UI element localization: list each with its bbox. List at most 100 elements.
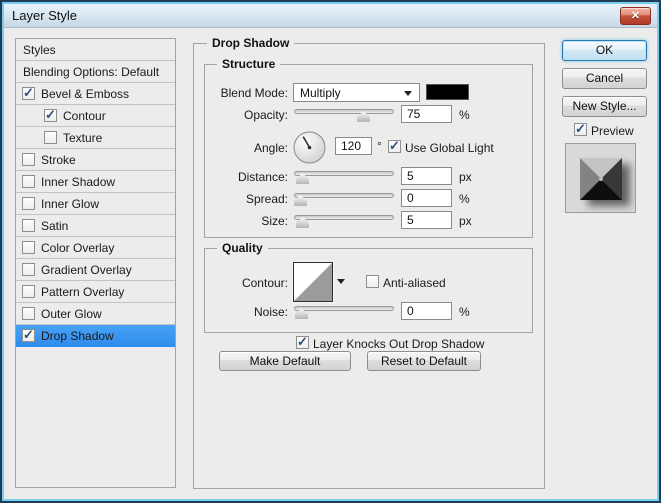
reset-to-default-button[interactable]: Reset to Default: [367, 351, 481, 371]
contour-dropdown-icon[interactable]: [337, 279, 345, 284]
sidebar-header-styles[interactable]: Styles: [16, 39, 175, 61]
sidebar-item-label: Stroke: [41, 152, 76, 167]
effect-checkbox[interactable]: [44, 131, 57, 144]
blend-mode-value: Multiply: [300, 86, 341, 100]
sidebar-items: Blending Options: Default Bevel & Emboss C…: [16, 61, 175, 347]
opacity-unit: %: [459, 108, 470, 122]
distance-input[interactable]: [401, 167, 452, 185]
sidebar-item-label: Gradient Overlay: [41, 262, 132, 277]
drop-shadow-panel: Drop Shadow Structure Blend Mode: Multip…: [193, 36, 545, 489]
sidebar-item-pattern-overlay[interactable]: Pattern Overlay: [16, 281, 175, 303]
chevron-down-icon: [404, 91, 412, 96]
effect-checkbox[interactable]: [22, 153, 35, 166]
close-button[interactable]: ✕: [620, 7, 651, 25]
layer-style-dialog: Layer Style ✕ Styles Blending Options: D…: [0, 0, 661, 503]
effect-checkbox[interactable]: [22, 219, 35, 232]
layer-knockout-checkbox[interactable]: [296, 334, 309, 350]
sidebar-item-label: Drop Shadow: [41, 328, 114, 343]
angle-input[interactable]: [335, 137, 372, 155]
spread-unit: %: [459, 192, 470, 206]
sidebar-item-label: Blending Options: Default: [23, 64, 160, 79]
contour-linear-icon: [294, 263, 332, 301]
window-title: Layer Style: [12, 8, 78, 23]
sidebar-item-label: Texture: [63, 130, 103, 145]
sidebar-item-drop-shadow[interactable]: Drop Shadow: [16, 325, 175, 347]
structure-title: Structure: [217, 57, 281, 71]
angle-unit: °: [377, 139, 382, 153]
opacity-slider-track[interactable]: [294, 109, 394, 114]
sidebar-item-stroke[interactable]: Stroke: [16, 149, 175, 171]
preview-checkbox[interactable]: [574, 121, 587, 137]
sidebar-item-color-overlay[interactable]: Color Overlay: [16, 237, 175, 259]
distance-label: Distance:: [237, 170, 288, 184]
sidebar-header-label: Styles: [23, 42, 56, 57]
quality-title: Quality: [217, 241, 268, 255]
spread-slider-track[interactable]: [294, 193, 394, 198]
distance-unit: px: [459, 170, 472, 184]
size-input[interactable]: [401, 211, 452, 229]
noise-slider-track[interactable]: [294, 306, 394, 311]
preview-label: Preview: [591, 124, 634, 138]
spread-input[interactable]: [401, 189, 452, 207]
sidebar-item-texture[interactable]: Texture: [16, 127, 175, 149]
sidebar-item-label: Pattern Overlay: [41, 284, 125, 299]
sidebar-item-label: Satin: [41, 218, 69, 233]
preview-pyramid: [580, 158, 622, 200]
style-preview-thumbnail: [565, 143, 636, 213]
sidebar-item-bevel-emboss[interactable]: Bevel & Emboss: [16, 83, 175, 105]
sidebar-item-label: Bevel & Emboss: [41, 86, 130, 101]
distance-slider-track[interactable]: [294, 171, 394, 176]
opacity-label: Opacity:: [243, 108, 288, 122]
structure-group: Structure Blend Mode: Multiply Opacity: …: [204, 57, 533, 238]
panel-title: Drop Shadow: [207, 36, 295, 50]
noise-label: Noise:: [253, 305, 288, 319]
contour-label: Contour:: [241, 276, 288, 290]
size-label: Size:: [261, 214, 288, 228]
sidebar-item-blending-options-default[interactable]: Blending Options: Default: [16, 61, 175, 83]
use-global-light-label: Use Global Light: [405, 141, 494, 155]
sidebar-item-contour[interactable]: Contour: [16, 105, 175, 127]
anti-aliased-label: Anti-aliased: [383, 276, 446, 290]
effect-checkbox[interactable]: [22, 327, 35, 343]
sidebar-item-label: Inner Glow: [41, 196, 100, 211]
cancel-button[interactable]: Cancel: [562, 68, 647, 89]
ok-button[interactable]: OK: [562, 40, 647, 61]
effect-checkbox[interactable]: [22, 175, 35, 188]
sidebar-item-label: Outer Glow: [41, 306, 102, 321]
spread-label: Spread:: [245, 192, 288, 206]
close-icon: ✕: [630, 10, 641, 22]
opacity-input[interactable]: [401, 105, 452, 123]
quality-group: Quality Contour: Anti-aliased Noise: %: [204, 241, 533, 333]
blend-mode-label: Blend Mode:: [220, 86, 288, 100]
sidebar-item-gradient-overlay[interactable]: Gradient Overlay: [16, 259, 175, 281]
sidebar-item-satin[interactable]: Satin: [16, 215, 175, 237]
effect-checkbox[interactable]: [22, 85, 35, 101]
sidebar-item-outer-glow[interactable]: Outer Glow: [16, 303, 175, 325]
effect-checkbox[interactable]: [44, 107, 57, 123]
size-unit: px: [459, 214, 472, 228]
effect-checkbox[interactable]: [22, 263, 35, 276]
effect-checkbox[interactable]: [22, 307, 35, 320]
anti-aliased-checkbox[interactable]: [366, 275, 379, 288]
use-global-light-checkbox[interactable]: [388, 138, 401, 154]
size-slider-track[interactable]: [294, 215, 394, 220]
angle-label: Angle:: [253, 141, 288, 155]
contour-picker[interactable]: [293, 262, 333, 302]
sidebar-item-label: Inner Shadow: [41, 174, 116, 189]
noise-input[interactable]: [401, 302, 452, 320]
effect-checkbox[interactable]: [22, 285, 35, 298]
effect-checkbox[interactable]: [22, 241, 35, 254]
styles-sidebar: Styles Blending Options: Default Bevel & …: [15, 38, 176, 488]
shadow-color-swatch[interactable]: [426, 84, 469, 100]
angle-dial[interactable]: [293, 131, 326, 164]
title-bar[interactable]: Layer Style ✕: [4, 4, 657, 28]
make-default-button[interactable]: Make Default: [219, 351, 351, 371]
sidebar-item-label: Color Overlay: [41, 240, 115, 255]
sidebar-item-label: Contour: [63, 108, 106, 123]
effect-checkbox[interactable]: [22, 197, 35, 210]
sidebar-item-inner-glow[interactable]: Inner Glow: [16, 193, 175, 215]
new-style-button[interactable]: New Style...: [562, 96, 647, 117]
noise-unit: %: [459, 305, 470, 319]
blend-mode-select[interactable]: Multiply: [293, 83, 420, 102]
sidebar-item-inner-shadow[interactable]: Inner Shadow: [16, 171, 175, 193]
